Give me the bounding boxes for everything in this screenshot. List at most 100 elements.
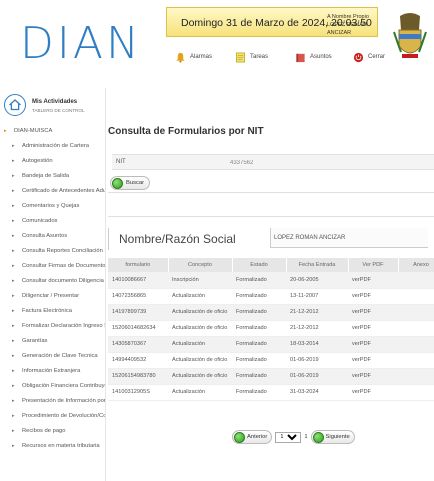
coat-of-arms-icon xyxy=(393,13,427,58)
sidebar-item-consulta-asuntos[interactable]: Consulta Asuntos xyxy=(0,229,105,244)
activities-subtitle: TABLERO DE CONTROL xyxy=(32,108,85,113)
nit-label: NIT xyxy=(116,159,126,165)
siguiente-button[interactable]: Siguiente xyxy=(310,430,355,444)
cell-fecha: 01-06-2019 xyxy=(286,368,348,385)
cerrar-label: Cerrar xyxy=(368,54,386,60)
cell-concepto: Actualización de oficio xyxy=(168,368,232,385)
arrow-right-icon xyxy=(312,431,324,443)
table-row: 14197899739 Actualización de oficio Form… xyxy=(108,304,434,321)
sidebar-item-certificado-antecedentes[interactable]: Certificado de Antecedentes Adu xyxy=(0,184,105,199)
ver-pdf-link[interactable]: verPDF xyxy=(348,368,398,385)
nit-row: NIT xyxy=(112,154,434,170)
user-role: A Nombre Propio xyxy=(327,14,369,20)
pagination: Anterior 1 1 Siguiente xyxy=(232,430,355,444)
activities-title: Mis Actividades xyxy=(32,99,78,105)
folder-icon xyxy=(296,53,305,62)
user-name: LOPEZ ROMAN ANCIZAR xyxy=(327,22,368,36)
cell-formulario: 14010086667 xyxy=(108,272,168,289)
cell-anexo xyxy=(398,288,434,305)
cell-formulario: 15206014682634 xyxy=(108,320,168,337)
cerrar-button[interactable]: Cerrar xyxy=(353,50,385,64)
header: DIAN Domingo 31 de Marzo de 2024, 20:03:… xyxy=(0,0,434,84)
formularios-table: formulario Concepto Estado Fecha Entrada… xyxy=(108,258,434,401)
cell-formulario: 14100312905S xyxy=(108,384,168,401)
sidebar-item-administracion-cartera[interactable]: Administración de Cartera xyxy=(0,139,105,154)
cell-estado: Formalizado xyxy=(232,288,286,305)
nombre-row: Nombre/Razón Social LOPEZ ROMAN ANCIZAR xyxy=(108,228,434,250)
tareas-label: Tareas xyxy=(250,54,269,60)
anterior-label: Anterior xyxy=(247,434,268,440)
cell-anexo xyxy=(398,304,434,321)
buscar-label: Buscar xyxy=(126,180,145,186)
page-select[interactable]: 1 xyxy=(275,431,302,443)
sidebar-item-consultar-firmas[interactable]: Consultar Firmas de Documento xyxy=(0,259,105,274)
ver-pdf-link[interactable]: verPDF xyxy=(348,384,398,401)
sidebar-item-informacion-extranjera[interactable]: Información Extranjera xyxy=(0,364,105,379)
sidebar-menu: DIAN-MUISCA Administración de Cartera Au… xyxy=(0,124,105,454)
ver-pdf-link[interactable]: verPDF xyxy=(348,336,398,353)
cell-anexo xyxy=(398,352,434,369)
page-title: Consulta de Formularios por NIT xyxy=(108,126,264,137)
cell-fecha: 31-03-2024 xyxy=(286,384,348,401)
cell-anexo xyxy=(398,384,434,401)
cell-concepto: Actualización xyxy=(168,288,232,305)
cell-estado: Formalizado xyxy=(232,368,286,385)
sidebar-item-garantias[interactable]: Garantías xyxy=(0,334,105,349)
cell-concepto: Inscripción xyxy=(168,272,232,289)
sidebar-item-consulta-reportes[interactable]: Consulta Reportes Conciliación F xyxy=(0,244,105,259)
sidebar-item-recursos-tributaria[interactable]: Recursos en materia tributaria xyxy=(0,439,105,454)
sidebar-item-factura-electronica[interactable]: Factura Electrónica xyxy=(0,304,105,319)
cell-concepto: Actualización xyxy=(168,336,232,353)
sidebar-item-bandeja-salida[interactable]: Bandeja de Salida xyxy=(0,169,105,184)
sidebar: Mis Actividades TABLERO DE CONTROL DIAN-… xyxy=(0,88,106,481)
siguiente-label: Siguiente xyxy=(325,434,350,440)
ver-pdf-link[interactable]: verPDF xyxy=(348,320,398,337)
alarmas-label: Alarmas xyxy=(190,54,213,60)
nit-input[interactable] xyxy=(230,157,302,168)
sidebar-item-clave-tecnica[interactable]: Generación de Clave Tecnica xyxy=(0,349,105,364)
alarmas-button[interactable]: Alarmas xyxy=(175,50,212,64)
table-row: 14994409532 Actualización de oficio Form… xyxy=(108,352,434,369)
sidebar-item-formalizar-declaracion[interactable]: Formalizar Declaración Ingreso S xyxy=(0,319,105,334)
divider xyxy=(108,192,434,193)
sidebar-item-autogestion[interactable]: Autogestión xyxy=(0,154,105,169)
asuntos-button[interactable]: Asuntos xyxy=(295,50,332,64)
cell-estado: Formalizado xyxy=(232,352,286,369)
cell-fecha: 21-12-2012 xyxy=(286,304,348,321)
cell-fecha: 21-12-2012 xyxy=(286,320,348,337)
sidebar-item-obligacion-financiera[interactable]: Obligación Financiera Contribuye xyxy=(0,379,105,394)
anterior-button[interactable]: Anterior xyxy=(232,430,273,444)
nombre-label: Nombre/Razón Social xyxy=(108,228,268,250)
header-toolbar: Alarmas Tareas Asuntos Cerrar xyxy=(175,50,390,64)
tareas-button[interactable]: Tareas xyxy=(235,50,268,64)
cell-anexo xyxy=(398,368,434,385)
sidebar-item-dian-muisca[interactable]: DIAN-MUISCA xyxy=(0,124,105,139)
sidebar-item-procedimiento-devolucion[interactable]: Procedimiento de Devolución/Co xyxy=(0,409,105,424)
sidebar-item-recibos-pago[interactable]: Recibos de pago xyxy=(0,424,105,439)
activities-header[interactable]: Mis Actividades TABLERO DE CONTROL xyxy=(4,94,104,120)
table-row: 14100312905S Actualización Formalizado 3… xyxy=(108,384,434,401)
sidebar-item-comunicados[interactable]: Comunicados xyxy=(0,214,105,229)
column-header-concepto: Concepto xyxy=(168,258,233,272)
page-total: 1 xyxy=(304,434,308,440)
dian-logo: DIAN xyxy=(20,18,142,69)
ver-pdf-link[interactable]: verPDF xyxy=(348,272,398,289)
cell-fecha: 01-06-2019 xyxy=(286,352,348,369)
table-row: 14072356865 Actualización Formalizado 13… xyxy=(108,288,434,305)
cell-formulario: 15206154983780 xyxy=(108,368,168,385)
table-row: 14010086667 Inscripción Formalizado 20-0… xyxy=(108,272,434,289)
date-box: Domingo 31 de Marzo de 2024, 20:03:50 A … xyxy=(166,7,378,37)
cell-anexo xyxy=(398,336,434,353)
power-icon xyxy=(353,52,364,62)
ver-pdf-link[interactable]: verPDF xyxy=(348,288,398,305)
sidebar-item-consultar-documento[interactable]: Consultar documento Diligencia xyxy=(0,274,105,289)
sidebar-item-presentacion-informacion[interactable]: Presentación de Información por xyxy=(0,394,105,409)
ver-pdf-link[interactable]: verPDF xyxy=(348,352,398,369)
ver-pdf-link[interactable]: verPDF xyxy=(348,304,398,321)
user-info: A Nombre Propio LOPEZ ROMAN ANCIZAR xyxy=(327,13,377,37)
sidebar-item-diligenciar-presentar[interactable]: Diligenciar / Presentar xyxy=(0,289,105,304)
sidebar-item-comentarios-quejas[interactable]: Comentarios y Quejas xyxy=(0,199,105,214)
main-content: Consulta de Formularios por NIT NIT Busc… xyxy=(108,88,434,481)
cell-concepto: Actualización de oficio xyxy=(168,352,232,369)
buscar-button[interactable]: Buscar xyxy=(110,176,151,190)
